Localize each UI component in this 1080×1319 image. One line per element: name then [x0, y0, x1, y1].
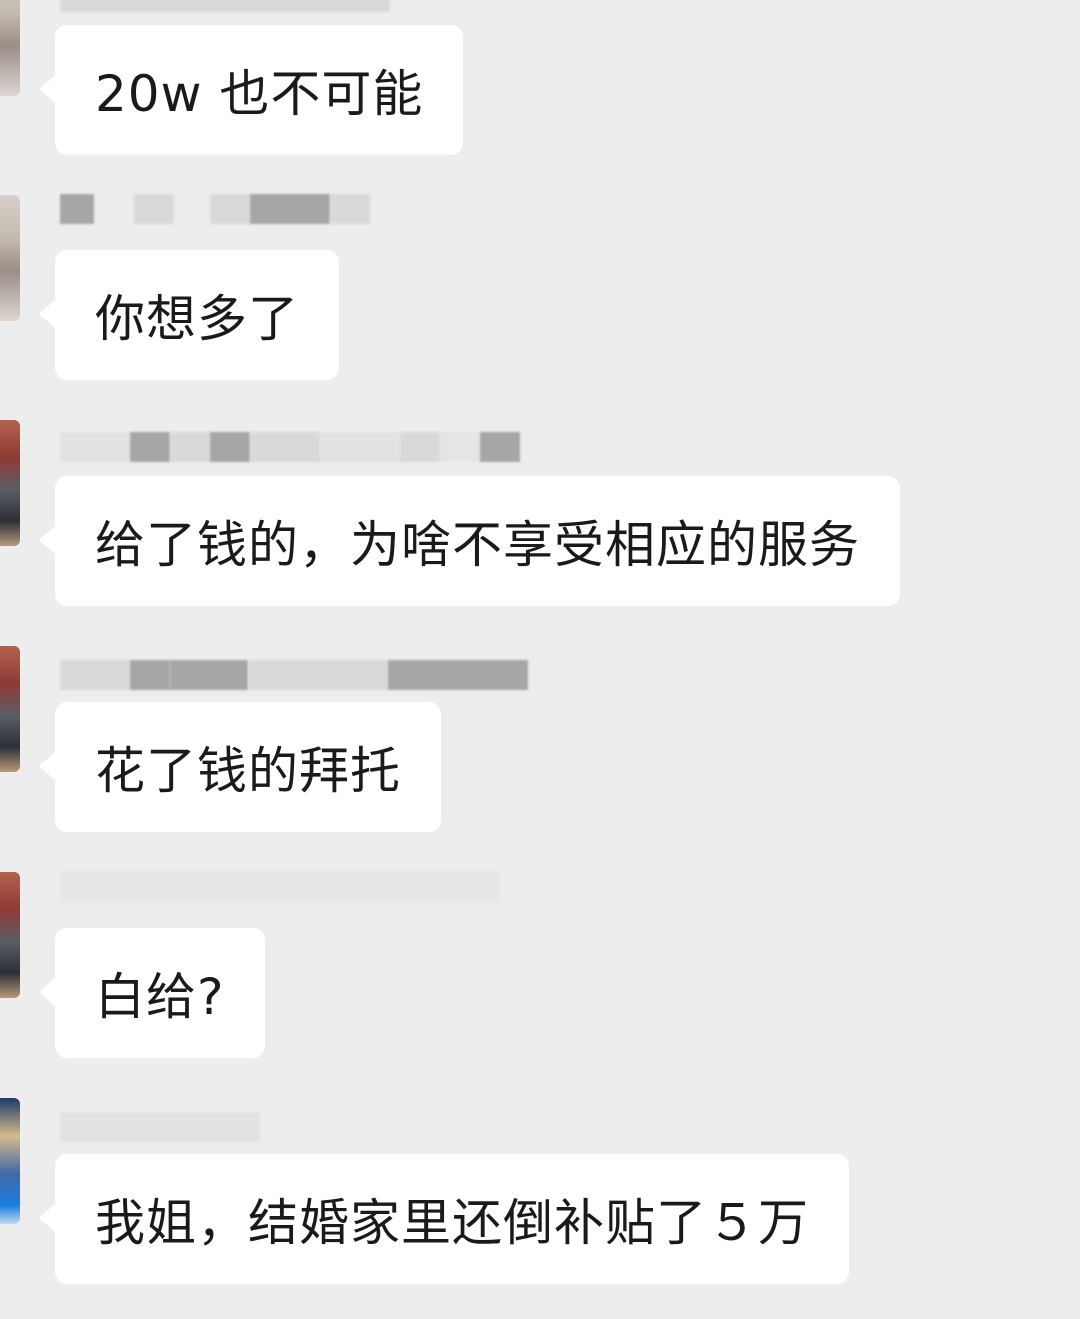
sender-avatar[interactable]: [0, 646, 20, 772]
message-text: 我姐，结婚家里还倒补贴了５万: [95, 1194, 809, 1252]
chat-thread: 20w 也不可能 你想多了 给了钱的，为啥不享受相应的服务 花了钱的拜托 白给?…: [0, 0, 1080, 1319]
message-bubble[interactable]: 我姐，结婚家里还倒补贴了５万: [39, 1154, 849, 1284]
sender-name-redacted: [60, 658, 528, 692]
sender-avatar[interactable]: [0, 195, 20, 321]
message-bubble[interactable]: 白给?: [39, 928, 265, 1058]
message-text: 给了钱的，为啥不享受相应的服务: [95, 516, 860, 574]
message-text: 花了钱的拜托: [95, 742, 401, 800]
sender-name-redacted: [60, 192, 370, 226]
message-bubble[interactable]: 给了钱的，为啥不享受相应的服务: [39, 476, 900, 606]
sender-avatar[interactable]: [0, 872, 20, 998]
sender-name-redacted: [60, 0, 390, 14]
sender-name-redacted: [60, 1110, 260, 1144]
message-text: 你想多了: [95, 290, 299, 348]
message-bubble[interactable]: 你想多了: [39, 250, 339, 380]
message-bubble[interactable]: 花了钱的拜托: [39, 702, 441, 832]
sender-avatar[interactable]: [0, 0, 20, 96]
message-bubble[interactable]: 20w 也不可能: [38, 25, 464, 155]
message-text: 白给?: [95, 968, 225, 1026]
sender-avatar[interactable]: [0, 420, 20, 546]
sender-avatar[interactable]: [0, 1098, 20, 1224]
message-text: 20w 也不可能: [95, 65, 424, 123]
sender-name-redacted: [60, 430, 520, 464]
sender-name-redacted: [60, 870, 500, 904]
